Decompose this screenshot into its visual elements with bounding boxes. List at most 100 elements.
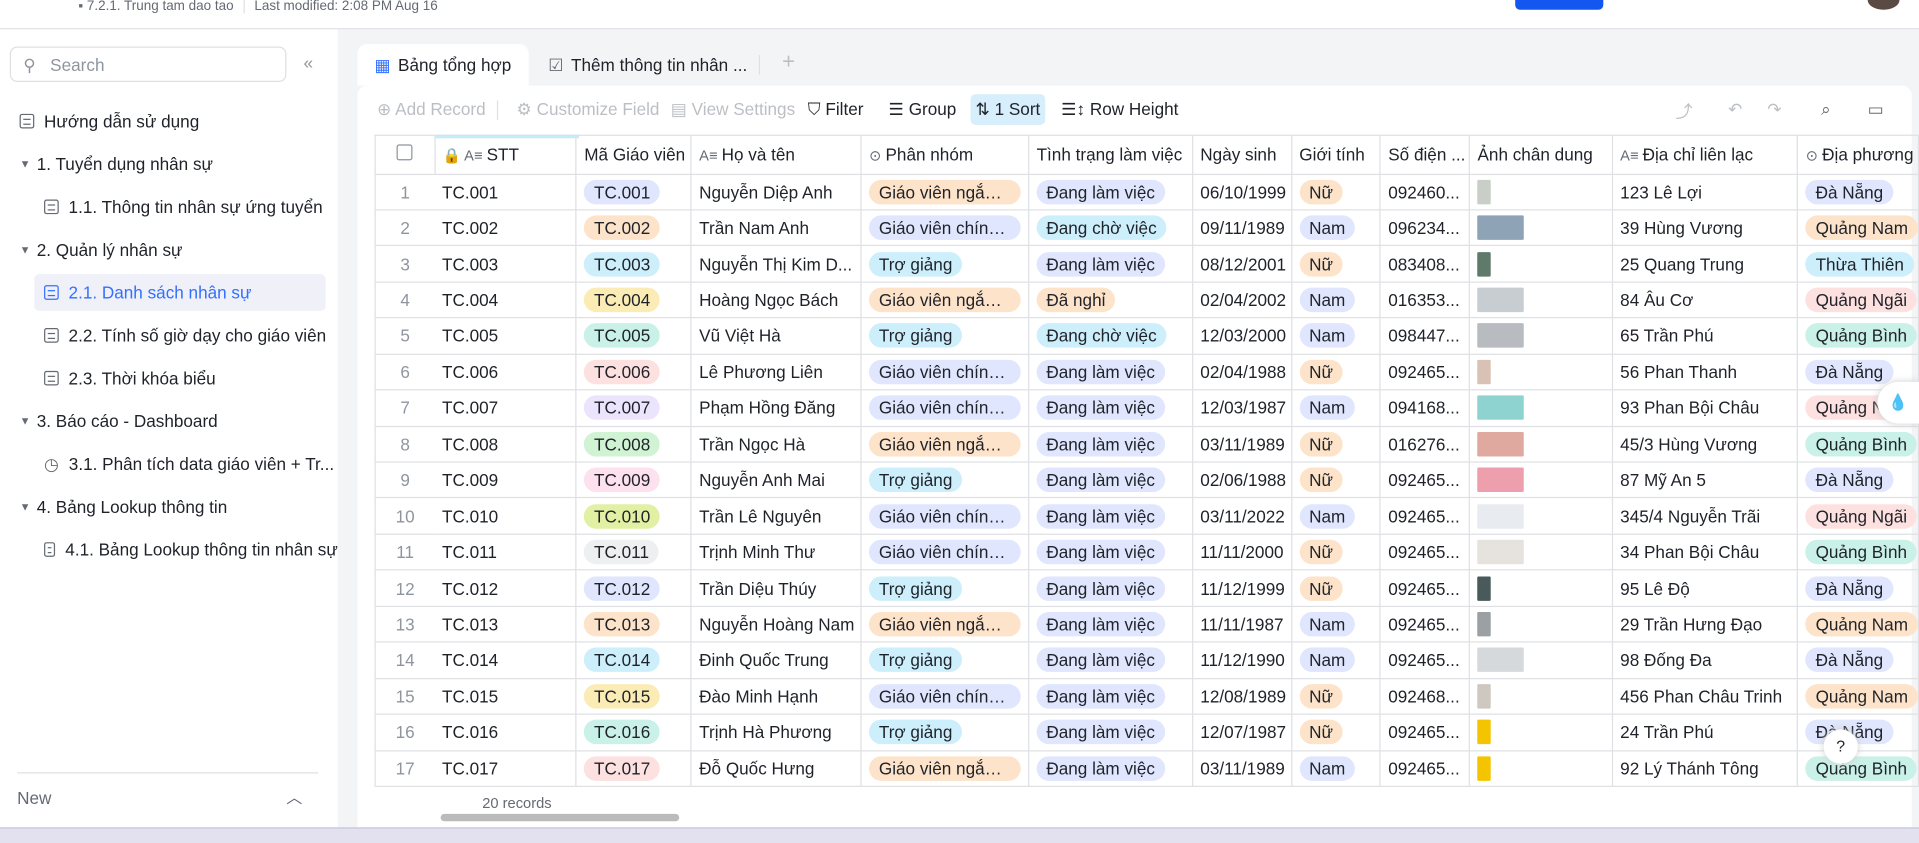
cell-phone[interactable]: 092465... bbox=[1380, 534, 1471, 571]
collapse-sidebar-icon[interactable]: « bbox=[304, 53, 314, 73]
cell-address[interactable]: 123 Lê Lợi bbox=[1612, 173, 1799, 211]
cell-gender[interactable]: Nữ bbox=[1291, 462, 1381, 499]
cell-dob[interactable]: 03/11/2022 bbox=[1192, 498, 1292, 535]
portrait-thumbnail[interactable] bbox=[1477, 683, 1491, 709]
caret-down-icon[interactable]: ▼ bbox=[20, 501, 37, 513]
view-settings-button[interactable]: ▤ View Settings bbox=[671, 99, 795, 120]
share-icon[interactable]: ⤴ bbox=[1676, 99, 1693, 123]
horizontal-scrollbar[interactable] bbox=[440, 813, 680, 822]
customize-field-button[interactable]: ⚙ Customize Field bbox=[516, 99, 659, 120]
cell-name[interactable]: Nguyễn Thị Kim D... bbox=[691, 245, 862, 283]
cell-gender[interactable]: Nữ bbox=[1291, 534, 1381, 571]
cell-name[interactable]: Đào Minh Hạnh bbox=[691, 678, 862, 715]
cell-ma[interactable]: TC.003 bbox=[576, 245, 692, 283]
cell-status[interactable]: Đang làm việc bbox=[1028, 714, 1193, 751]
select-all-checkbox[interactable] bbox=[375, 135, 436, 175]
cell-address[interactable]: 93 Phan Bội Châu bbox=[1612, 389, 1799, 427]
cell-status[interactable]: Đang làm việc bbox=[1028, 462, 1193, 499]
sidebar-item[interactable]: 2.2. Tính số giờ dạy cho giáo viên bbox=[0, 317, 338, 354]
cell-stt[interactable]: TC.011 bbox=[434, 534, 577, 571]
cell-region[interactable]: Quảng Ngãi bbox=[1797, 498, 1919, 535]
table-row[interactable]: 14 TC.014 TC.014 Đinh Quốc Trung Trợ giảng Đa… bbox=[375, 642, 1919, 679]
cell-ma[interactable]: TC.002 bbox=[576, 209, 692, 247]
cell-gender[interactable]: Nữ bbox=[1291, 173, 1381, 211]
cell-status[interactable]: Đang làm việc bbox=[1028, 570, 1193, 607]
column-header[interactable]: A≡ Địa chỉ liên lạc bbox=[1612, 135, 1799, 175]
cell-gender[interactable]: Nữ bbox=[1291, 425, 1381, 463]
cell-group[interactable]: Giáo viên chính t... bbox=[861, 678, 1030, 715]
cell-address[interactable]: 65 Trần Phú bbox=[1612, 317, 1799, 355]
portrait-thumbnail[interactable] bbox=[1477, 215, 1525, 241]
sidebar-item[interactable]: 4.1. Bảng Lookup thông tin nhân sự bbox=[0, 531, 338, 568]
cell-gender[interactable]: Nam bbox=[1291, 317, 1381, 355]
cell-region[interactable]: Quảng Nam bbox=[1797, 606, 1919, 643]
cell-dob[interactable]: 02/04/2002 bbox=[1192, 281, 1292, 319]
cell-phone[interactable]: 083408... bbox=[1380, 245, 1471, 283]
cell-photo[interactable] bbox=[1469, 534, 1613, 571]
cell-ma[interactable]: TC.017 bbox=[576, 750, 692, 787]
cell-group[interactable]: Trợ giảng bbox=[861, 570, 1030, 607]
column-header[interactable]: Số điện ... bbox=[1380, 135, 1471, 175]
cell-gender[interactable]: Nam bbox=[1291, 642, 1381, 679]
cell-photo[interactable] bbox=[1469, 498, 1613, 535]
cell-region[interactable]: Quảng Bình bbox=[1797, 750, 1919, 787]
cell-dob[interactable]: 11/11/1987 bbox=[1192, 606, 1292, 643]
cell-phone[interactable]: 092465... bbox=[1380, 606, 1471, 643]
cell-group[interactable]: Trợ giảng bbox=[861, 245, 1030, 283]
sidebar-item[interactable]: 2.1. Danh sách nhân sự bbox=[34, 274, 326, 311]
cell-address[interactable]: 45/3 Hùng Vương bbox=[1612, 425, 1799, 463]
column-header[interactable]: ⊙ Địa phương bbox=[1797, 135, 1919, 175]
cell-address[interactable]: 92 Lý Thánh Tông bbox=[1612, 750, 1799, 787]
cell-region[interactable]: Đà Nẵng bbox=[1797, 173, 1919, 211]
table-row[interactable]: 12 TC.012 TC.012 Trần Diệu Thúy Trợ giảng Đan… bbox=[375, 570, 1919, 607]
table-row[interactable]: 11 TC.011 TC.011 Trịnh Minh Thư Giáo viên ch… bbox=[375, 534, 1919, 571]
column-header[interactable]: Ngày sinh bbox=[1192, 135, 1292, 175]
cell-dob[interactable]: 12/08/1989 bbox=[1192, 678, 1292, 715]
search-input[interactable]: ⚲ Search bbox=[9, 46, 287, 83]
cell-phone[interactable]: 092465... bbox=[1380, 462, 1471, 499]
sidebar-item[interactable]: 2.3. Thời khóa biểu bbox=[0, 360, 338, 397]
cell-address[interactable]: 84 Âu Cơ bbox=[1612, 281, 1799, 319]
cell-dob[interactable]: 08/12/2001 bbox=[1192, 245, 1292, 283]
cell-group[interactable]: Trợ giảng bbox=[861, 642, 1030, 679]
cell-photo[interactable] bbox=[1469, 606, 1613, 643]
cell-group[interactable]: Trợ giảng bbox=[861, 714, 1030, 751]
table-row[interactable]: 13 TC.013 TC.013 Nguyễn Hoàng Nam Giáo viên … bbox=[375, 606, 1919, 643]
cell-region[interactable]: Quảng Ngãi bbox=[1797, 281, 1919, 319]
portrait-thumbnail[interactable] bbox=[1477, 179, 1491, 205]
cell-gender[interactable]: Nam bbox=[1291, 498, 1381, 535]
column-header[interactable]: ⊙ Phân nhóm bbox=[861, 135, 1030, 175]
cell-region[interactable]: Thừa Thiên bbox=[1797, 245, 1919, 283]
portrait-thumbnail[interactable] bbox=[1477, 431, 1525, 457]
cell-ma[interactable]: TC.005 bbox=[576, 317, 692, 355]
tab-bang-tong-hop[interactable]: ▦ Bảng tổng hợp bbox=[357, 44, 529, 86]
column-header[interactable]: Ảnh chân dung bbox=[1469, 135, 1613, 175]
cell-status[interactable]: Đang làm việc bbox=[1028, 245, 1193, 283]
cell-stt[interactable]: TC.005 bbox=[434, 317, 577, 355]
cell-dob[interactable]: 09/11/1989 bbox=[1192, 209, 1292, 247]
cell-region[interactable]: Đà Nẵng bbox=[1797, 462, 1919, 499]
cell-phone[interactable]: 092465... bbox=[1380, 714, 1471, 751]
cell-ma[interactable]: TC.009 bbox=[576, 462, 692, 499]
cell-photo[interactable] bbox=[1469, 317, 1613, 355]
cell-gender[interactable]: Nam bbox=[1291, 750, 1381, 787]
cell-status[interactable]: Đang làm việc bbox=[1028, 498, 1193, 535]
cell-group[interactable]: Giáo viên ngắn h... bbox=[861, 750, 1030, 787]
portrait-thumbnail[interactable] bbox=[1477, 756, 1491, 781]
cell-address[interactable]: 456 Phan Châu Trinh bbox=[1612, 678, 1799, 715]
column-header[interactable]: Giới tính bbox=[1291, 135, 1381, 175]
table-row[interactable]: 8 TC.008 TC.008 Trần Ngọc Hà Giáo viên ngắn … bbox=[375, 425, 1919, 463]
avatar[interactable] bbox=[1867, 0, 1900, 10]
sidebar-item[interactable]: Hướng dẫn sử dụng bbox=[0, 103, 338, 140]
cell-photo[interactable] bbox=[1469, 173, 1613, 211]
cell-photo[interactable] bbox=[1469, 678, 1613, 715]
sidebar-item[interactable]: ▼ 1. Tuyển dụng nhân sự bbox=[0, 146, 338, 183]
cell-status[interactable]: Đang làm việc bbox=[1028, 606, 1193, 643]
group-button[interactable]: ☰ Group bbox=[889, 99, 957, 120]
cell-ma[interactable]: TC.001 bbox=[576, 173, 692, 211]
cell-stt[interactable]: TC.012 bbox=[434, 570, 577, 607]
cell-group[interactable]: Trợ giảng bbox=[861, 317, 1030, 355]
cell-stt[interactable]: TC.008 bbox=[434, 425, 577, 463]
cell-stt[interactable]: TC.003 bbox=[434, 245, 577, 283]
cell-status[interactable]: Đang làm việc bbox=[1028, 534, 1193, 571]
